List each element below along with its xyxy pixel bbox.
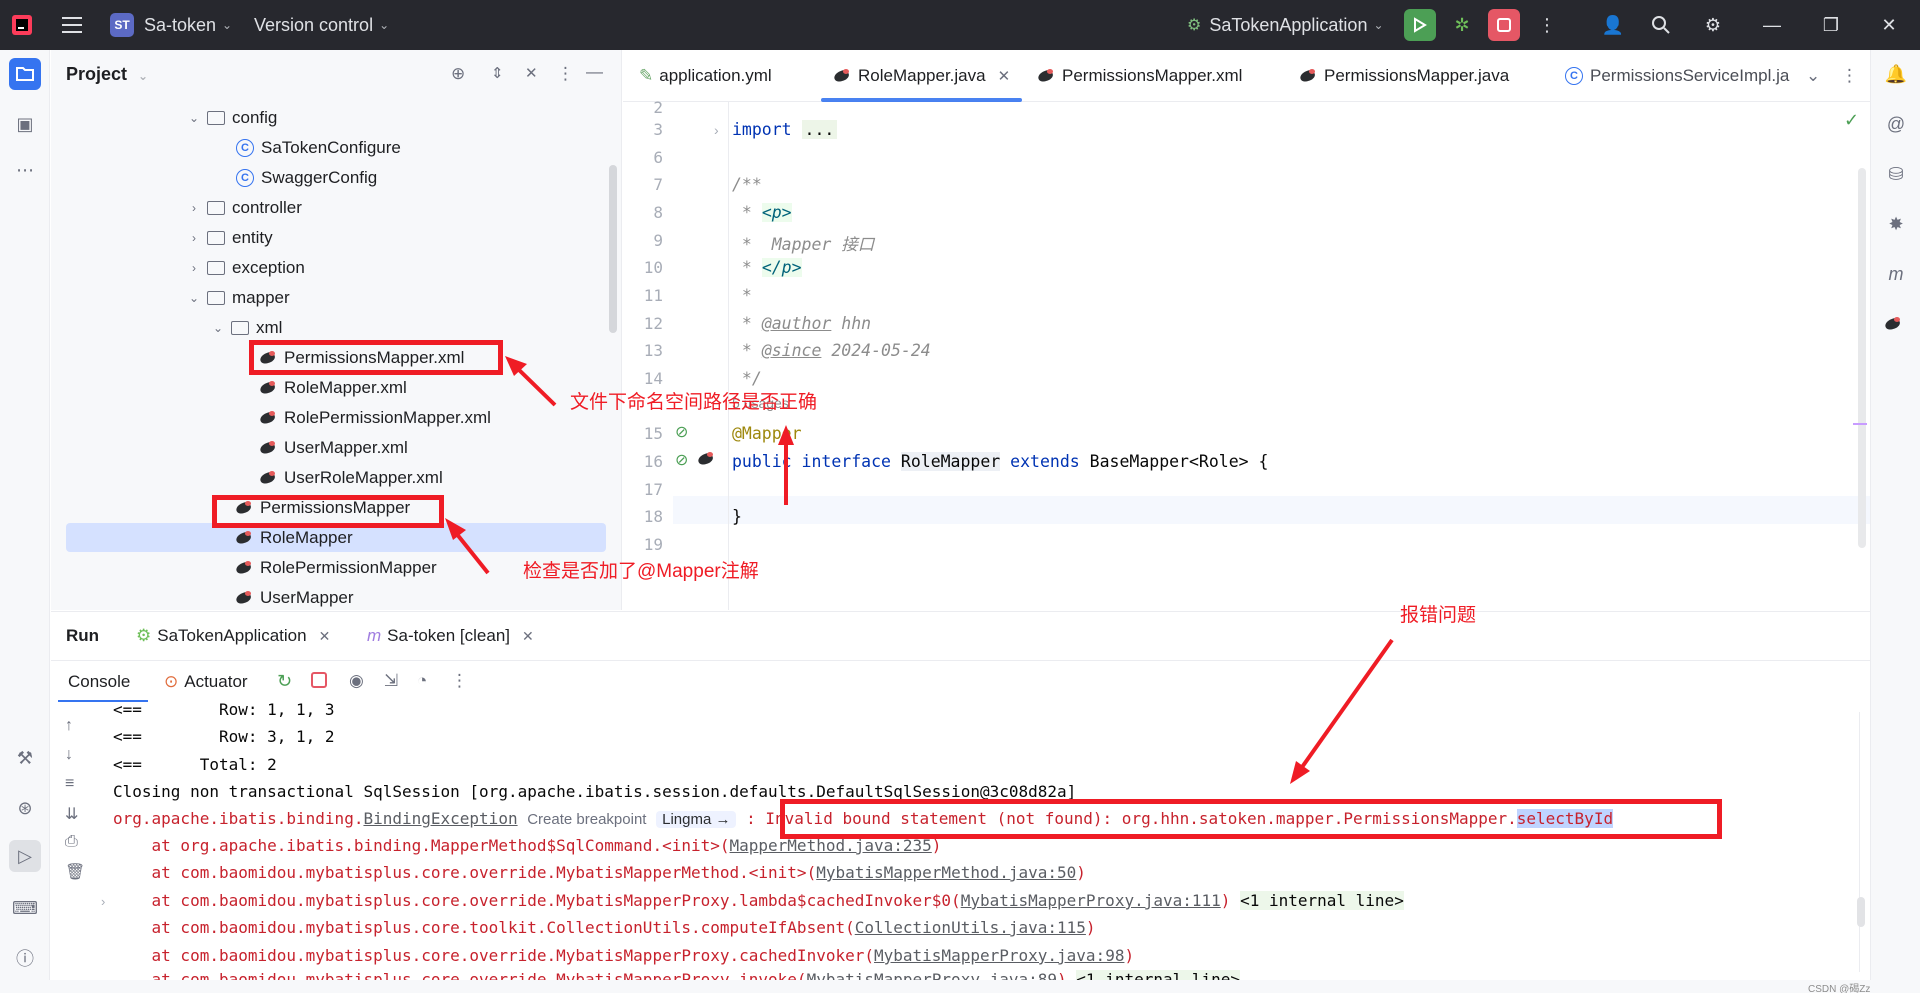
database-button[interactable]: ⛁	[1880, 158, 1912, 190]
annotation-text-namespace: 文件下命名空间路径是否正确	[570, 392, 818, 413]
bell-icon: 🔔	[1884, 63, 1908, 84]
arrowhead-error	[1290, 761, 1310, 784]
plugin-button[interactable]: ✸	[1880, 208, 1912, 240]
plugin-icon: ✸	[1888, 213, 1904, 234]
arrow-error	[1298, 638, 1394, 772]
arrowhead-mapper-code	[778, 425, 794, 445]
mybatis-icon	[1884, 317, 1902, 331]
annotation-text-error: 报错问题	[1400, 605, 1477, 626]
spiral-icon: @	[1886, 113, 1906, 134]
database-icon: ⛁	[1888, 163, 1904, 184]
right-tool-strip: 🔔 @ ⛁ ✸ m	[1870, 50, 1920, 980]
mybatis-button[interactable]	[1880, 308, 1912, 340]
notifications-button[interactable]: 🔔	[1880, 58, 1912, 90]
annotation-arrows	[445, 356, 1394, 784]
arrow-namespace	[513, 364, 557, 407]
annotation-text-mapper: 检查是否加了@Mapper注解	[523, 561, 759, 582]
arrowhead-mapper-tree	[445, 518, 466, 540]
maven-icon: m	[1888, 263, 1904, 284]
ai-assistant-button[interactable]: @	[1880, 108, 1912, 140]
maven-button[interactable]: m	[1880, 258, 1912, 290]
